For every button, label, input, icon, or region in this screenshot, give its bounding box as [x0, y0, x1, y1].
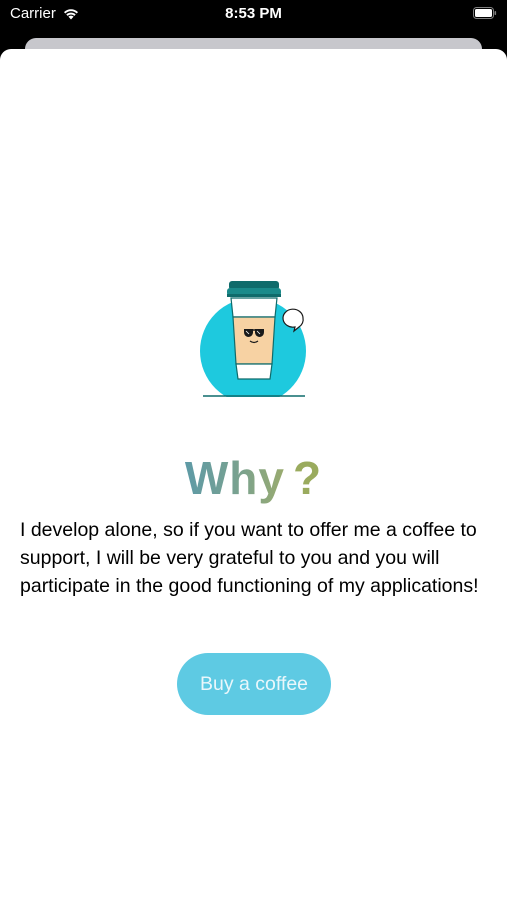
status-bar: Carrier 8:53 PM: [0, 0, 507, 30]
screen: Carrier 8:53 PM Why ? I develop alone, s…: [0, 0, 507, 900]
support-message: I develop alone, so if you want to offer…: [20, 519, 479, 597]
why-title-text: Why: [184, 452, 285, 504]
why-title: Why?: [0, 450, 507, 506]
question-mark: ?: [293, 452, 323, 504]
status-time: 8:53 PM: [225, 5, 282, 22]
battery-icon: [473, 7, 497, 19]
buy-coffee-button[interactable]: Buy a coffee: [177, 653, 331, 715]
coffee-cup-icon: [195, 281, 320, 400]
